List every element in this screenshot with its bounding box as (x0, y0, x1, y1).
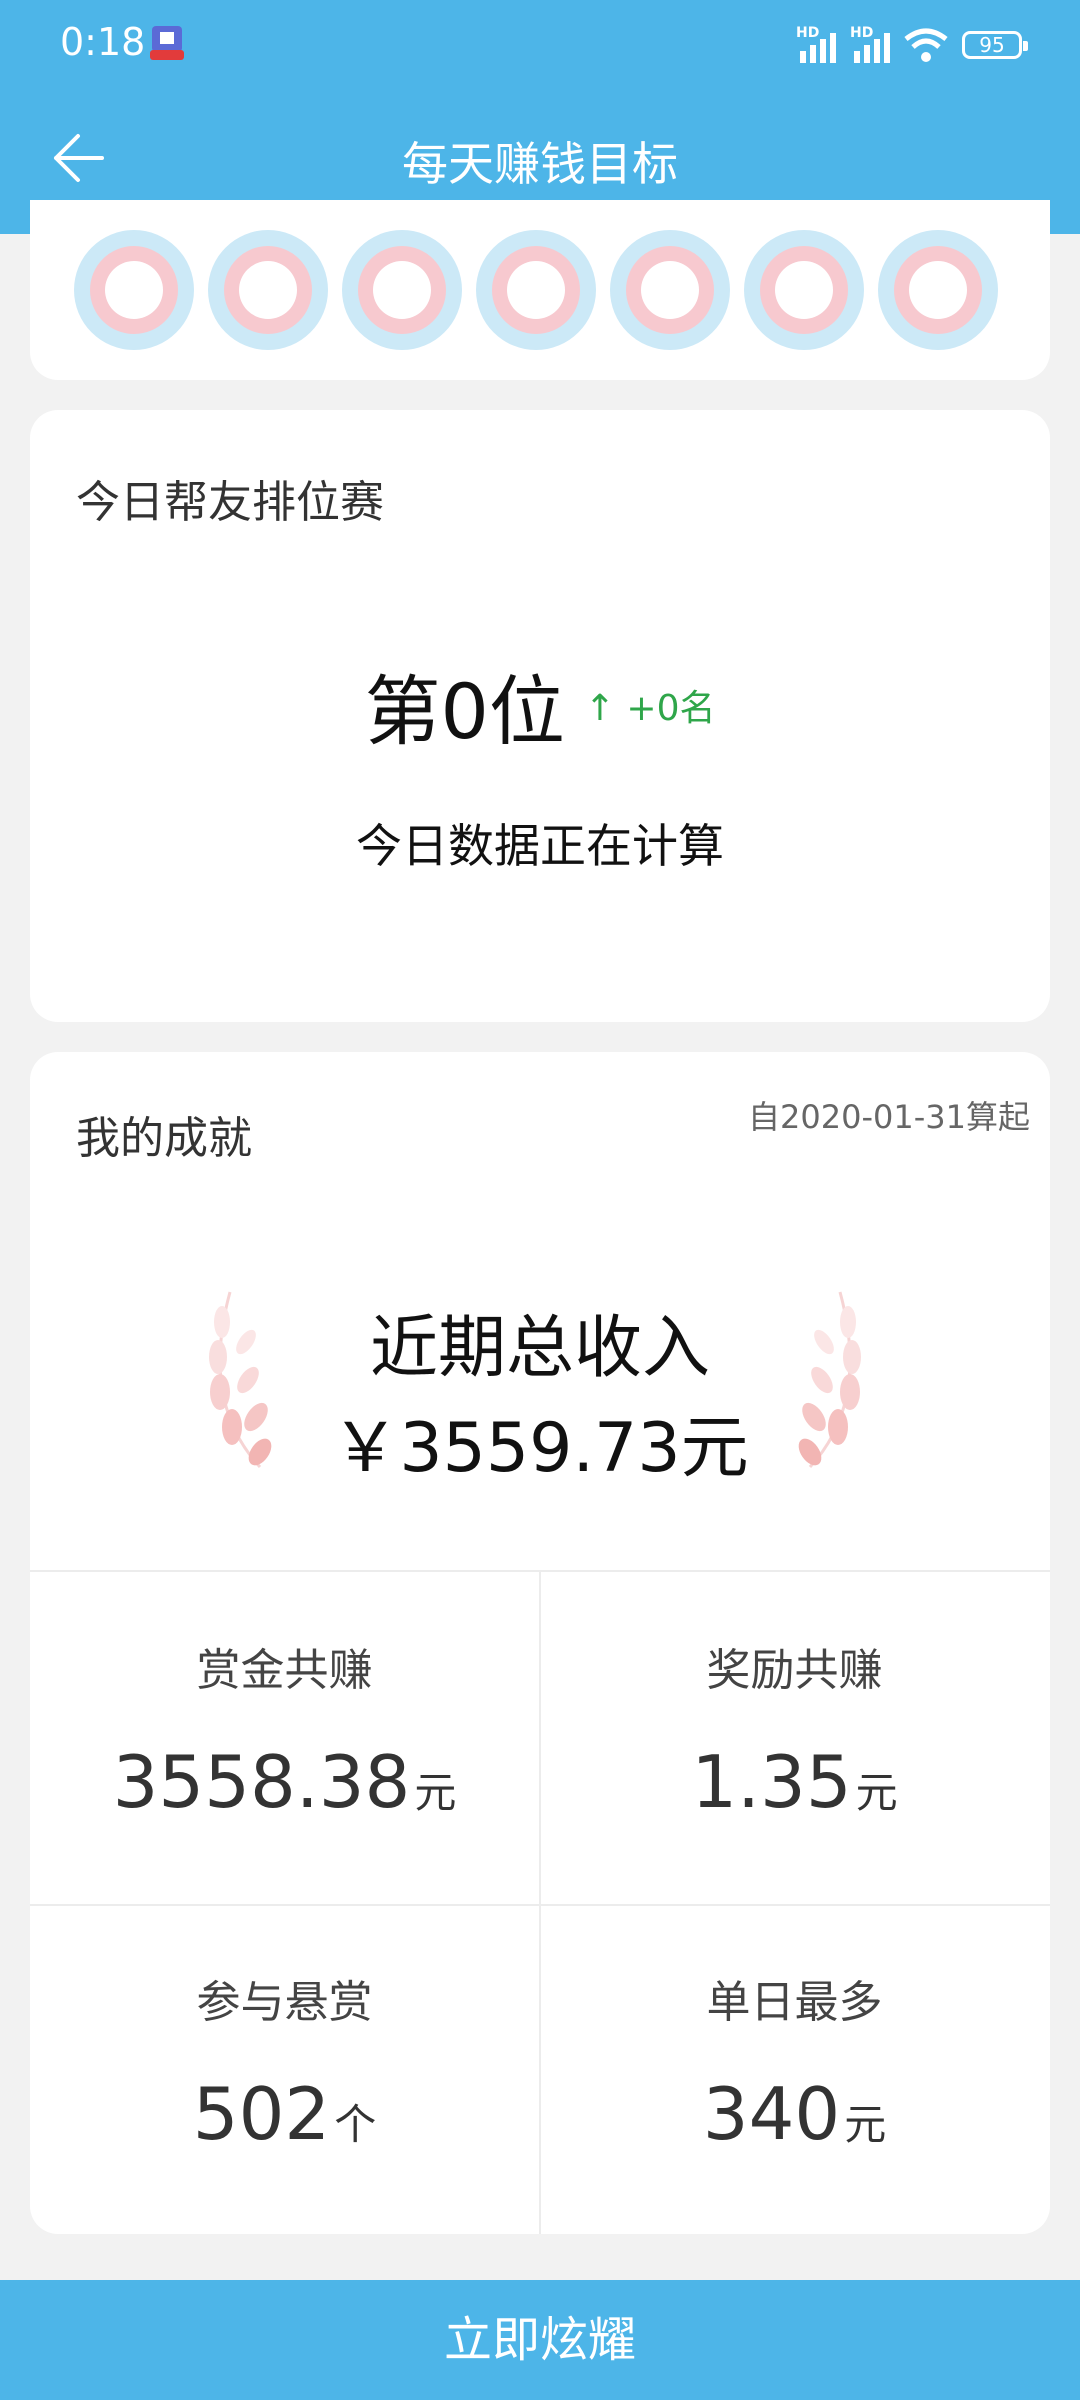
progress-rings-card (30, 200, 1050, 380)
achievements-card: 我的成就 自2020-01-31算起 近期总收入 ￥3559.73元 赏金共赚 … (30, 1052, 1050, 2234)
battery-icon: 95 (962, 31, 1028, 59)
stat-unit: 元 (414, 1768, 457, 1817)
stat-daily-max: 单日最多 340元 (540, 1904, 1049, 2234)
day-ring (74, 230, 194, 350)
day-ring (208, 230, 328, 350)
stat-bounties-joined: 参与悬赏 502个 (30, 1904, 539, 2234)
day-ring (342, 230, 462, 350)
stat-unit: 元 (855, 1768, 898, 1817)
stats-grid: 赏金共赚 3558.38元 奖励共赚 1.35元 参与悬赏 502个 单日最多 … (30, 1570, 1050, 2234)
page-title: 每天赚钱目标 (402, 137, 678, 191)
achievements-title: 我的成就 (76, 1113, 252, 1164)
notification-app-icon (150, 26, 184, 60)
rank-value: 第0位 (364, 667, 565, 756)
show-off-button[interactable]: 立即炫耀 (0, 2280, 1080, 2400)
status-bar: 0:18 HD HD 95 (0, 0, 1080, 92)
total-income-label: 近期总收入 (369, 1309, 710, 1388)
wifi-icon (904, 28, 948, 62)
stat-unit: 个 (334, 2100, 377, 2149)
since-date: 自2020-01-31算起 (748, 1098, 1030, 1136)
signal-icon: HD (796, 25, 836, 63)
day-ring (476, 230, 596, 350)
stat-label: 单日最多 (706, 1977, 883, 2028)
stat-value: 340 (702, 2072, 841, 2156)
ranking-card: 今日帮友排位赛 第0位 ↑ +0名 今日数据正在计算 (30, 410, 1050, 1022)
stat-value: 3558.38 (112, 1740, 411, 1824)
status-icons: HD HD 95 (796, 22, 1028, 68)
day-ring (610, 230, 730, 350)
status-time: 0:18 (60, 20, 146, 64)
progress-rings (74, 230, 998, 350)
day-ring (878, 230, 998, 350)
stat-label: 奖励共赚 (706, 1645, 883, 1696)
day-ring (744, 230, 864, 350)
signal-icon: HD (850, 25, 890, 63)
rank-delta: ↑ +0名 (584, 688, 716, 729)
stat-value: 1.35 (691, 1740, 852, 1824)
stat-reward-earned: 奖励共赚 1.35元 (540, 1572, 1049, 1904)
rank-display: 第0位 ↑ +0名 (30, 650, 1050, 760)
stat-bounty-earned: 赏金共赚 3558.38元 (30, 1572, 539, 1904)
total-income-value: ￥3559.73元 (331, 1409, 749, 1488)
ranking-status: 今日数据正在计算 (356, 819, 724, 873)
stat-label: 赏金共赚 (196, 1645, 373, 1696)
stat-label: 参与悬赏 (196, 1977, 373, 2028)
app-bar: 0:18 HD HD 95 每天赚钱目标 (0, 0, 1080, 234)
ranking-title: 今日帮友排位赛 (76, 477, 384, 528)
stat-value: 502 (192, 2072, 331, 2156)
stat-unit: 元 (844, 2100, 887, 2149)
